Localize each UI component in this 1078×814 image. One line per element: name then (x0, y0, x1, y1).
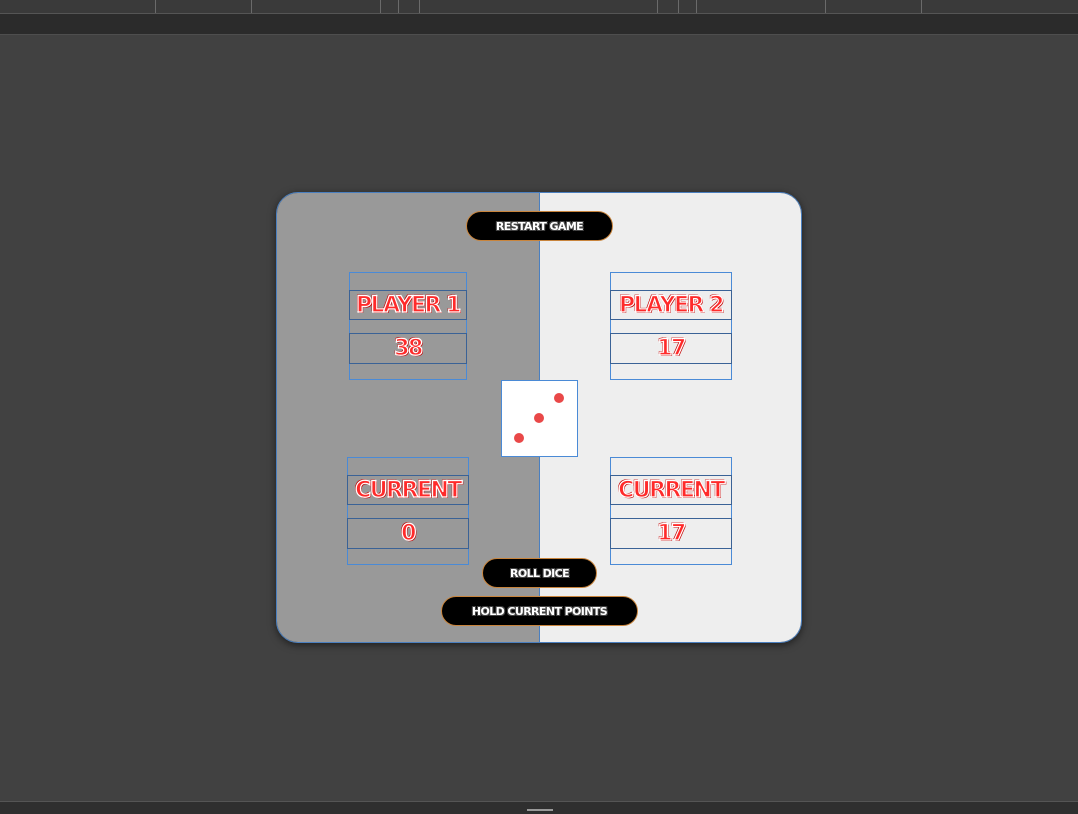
restart-game-button[interactable]: RESTART GAME (466, 211, 613, 241)
game-board: PLAYER 1 38 CURRENT 0 PLAYER 2 17 CURREN… (276, 192, 802, 643)
toolbar-divider (155, 0, 156, 13)
toolbar-divider (251, 0, 252, 13)
player-1-name: PLAYER 1 (349, 290, 467, 320)
player-1-current-box: CURRENT 0 (347, 457, 469, 565)
toolbar-divider (398, 0, 399, 13)
toolbar-divider (825, 0, 826, 13)
browser-sub-bar (0, 14, 1078, 35)
browser-top-bar (0, 0, 1078, 14)
dice-pip (514, 433, 524, 443)
toolbar-divider (657, 0, 658, 13)
player-1-score: 38 (349, 333, 467, 364)
toolbar-divider (419, 0, 420, 13)
toolbar-divider (696, 0, 697, 13)
hold-current-points-button[interactable]: HOLD CURRENT POINTS (441, 596, 638, 626)
toolbar-divider (380, 0, 381, 13)
player-1-current-label: CURRENT (347, 475, 469, 505)
dice-pip (534, 413, 544, 423)
player-2-current-label: CURRENT (610, 475, 732, 505)
player-1-current-score: 0 (347, 518, 469, 549)
bottom-bar (0, 801, 1078, 814)
player-2-score-box: PLAYER 2 17 (610, 272, 732, 380)
toolbar-divider (921, 0, 922, 13)
player-2-score: 17 (610, 333, 732, 364)
toolbar-divider (678, 0, 679, 13)
player-2-current-box: CURRENT 17 (610, 457, 732, 565)
dice-face (501, 380, 578, 457)
player-2-current-score: 17 (610, 518, 732, 549)
resize-grip[interactable] (527, 809, 553, 811)
player-1-score-box: PLAYER 1 38 (349, 272, 467, 380)
dice-pip (554, 393, 564, 403)
roll-dice-button[interactable]: ROLL DICE (482, 558, 597, 588)
player-2-name: PLAYER 2 (610, 290, 732, 320)
